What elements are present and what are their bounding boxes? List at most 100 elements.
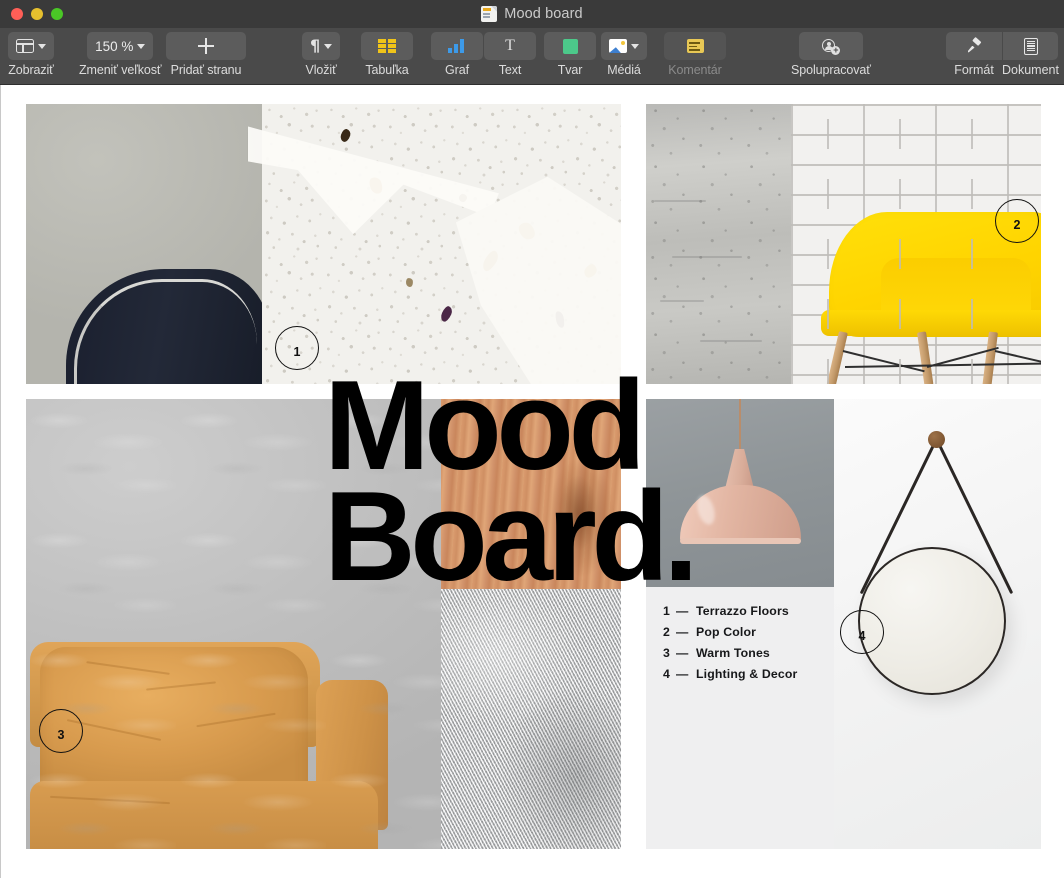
zoom-button[interactable]: 150 % <box>87 32 153 60</box>
toolbar-group-insert: ¶ Vložiť <box>302 32 340 77</box>
image-yellow-chair-group[interactable] <box>646 104 1041 384</box>
image-warm-wood-grain[interactable] <box>441 399 621 589</box>
add-page-label: Pridať stranu <box>171 63 242 77</box>
legend-dash: — <box>676 604 696 618</box>
chart-button[interactable] <box>431 32 483 60</box>
legend-number: 2 <box>663 625 676 639</box>
toolbar-group-chart: Graf <box>431 32 483 77</box>
pilcrow-icon: ¶ <box>310 38 320 54</box>
comment-label: Komentár <box>668 63 721 77</box>
legend-label: Pop Color <box>696 625 756 639</box>
view-button[interactable] <box>8 32 54 60</box>
legend-dash: — <box>676 646 696 660</box>
list-item: 4 — Lighting & Decor <box>663 667 823 681</box>
toolbar-group-table: Tabuľka <box>361 32 413 77</box>
chevron-down-icon <box>38 44 46 49</box>
leather-fold <box>86 661 169 675</box>
toolbar: Zobraziť 150 % Zmeniť veľkosť Pridať str… <box>0 28 1064 85</box>
shape-label: Tvar <box>558 63 583 77</box>
toolbar-group-collaborate: + Spolupracovať <box>791 32 871 77</box>
document-page[interactable]: 1 — Terrazzo Floors 2 — Pop Color 3 — <box>26 104 1041 849</box>
callout-number: 2 <box>1014 219 1021 232</box>
image-grey-wall-navy-chair-group[interactable] <box>26 104 621 384</box>
chevron-down-icon <box>324 44 332 49</box>
image-grey-wall-navy-chair[interactable] <box>26 104 262 384</box>
document-inspector-icon <box>1024 38 1038 55</box>
window-controls <box>0 8 63 20</box>
leather-fold <box>196 713 275 727</box>
callout-1[interactable]: 1 <box>275 326 319 370</box>
list-item: 2 — Pop Color <box>663 625 823 639</box>
chair-leg <box>826 331 848 384</box>
chair-leg <box>982 331 998 384</box>
text-button[interactable]: T <box>484 32 536 60</box>
chair-leg <box>917 331 933 384</box>
callout-4[interactable]: 4 <box>840 610 884 654</box>
sofa-seat <box>30 781 378 849</box>
document-label: Dokument <box>1002 63 1058 77</box>
legend-number: 4 <box>663 667 676 681</box>
table-icon <box>378 39 396 53</box>
toolbar-group-comment: Komentár <box>664 32 726 77</box>
callout-3[interactable]: 3 <box>39 709 83 753</box>
shape-square-icon <box>563 39 578 54</box>
minimize-button[interactable] <box>31 8 43 20</box>
shape-button[interactable] <box>544 32 596 60</box>
chair-wire <box>845 362 1041 368</box>
maximize-button[interactable] <box>51 8 63 20</box>
terrazzo-chip <box>405 277 413 287</box>
table-label: Tabuľka <box>365 63 408 77</box>
image-concrete-wall-texture[interactable] <box>646 104 791 384</box>
view-label: Zobraziť <box>8 63 54 77</box>
mirror-wall-hook <box>928 431 945 448</box>
legend-panel: 1 — Terrazzo Floors 2 — Pop Color 3 — <box>646 399 834 849</box>
callout-number: 4 <box>859 630 866 643</box>
image-grey-faux-fur[interactable] <box>441 589 621 849</box>
format-button[interactable] <box>946 32 1002 60</box>
image-white-brick-yellow-chair[interactable] <box>791 104 1041 384</box>
document-button[interactable] <box>1002 32 1058 60</box>
navy-chair-shape <box>66 269 271 384</box>
toolbar-group-inspectors: Formát Dokument <box>946 32 1058 77</box>
pages-document-icon <box>481 6 497 22</box>
image-blush-pendant-lamp[interactable] <box>646 399 834 587</box>
concrete-streak <box>654 200 706 202</box>
insert-button[interactable]: ¶ <box>302 32 340 60</box>
comment-button[interactable] <box>664 32 726 60</box>
comment-icon <box>687 39 704 53</box>
chart-label: Graf <box>445 63 469 77</box>
document-canvas[interactable]: 1 — Terrazzo Floors 2 — Pop Color 3 — <box>0 85 1064 878</box>
text-box-icon: T <box>505 38 515 54</box>
concrete-streak <box>660 300 704 302</box>
image-warm-tones-group[interactable] <box>26 399 621 849</box>
chair-wire <box>843 350 925 372</box>
media-button[interactable] <box>601 32 647 60</box>
media-label: Médiá <box>607 63 641 77</box>
legend-label: Warm Tones <box>696 646 770 660</box>
list-item: 1 — Terrazzo Floors <box>663 604 823 618</box>
toolbar-group-zoom: 150 % Zmeniť veľkosť <box>79 32 161 77</box>
toolbar-group-view: Zobraziť <box>8 32 54 77</box>
concrete-streak <box>672 256 742 258</box>
add-page-button[interactable] <box>166 32 246 60</box>
zoom-value: 150 % <box>95 39 133 54</box>
leather-fold <box>50 796 170 804</box>
close-button[interactable] <box>11 8 23 20</box>
callout-2[interactable]: 2 <box>995 199 1039 243</box>
image-grey-plaster-tan-leather-sofa[interactable] <box>26 399 441 849</box>
pages-window: Mood board Zobraziť 150 % Zmeniť veľkosť <box>0 0 1064 878</box>
collaborate-button[interactable]: + <box>799 32 863 60</box>
format-label: Formát <box>946 63 1002 77</box>
paintbrush-icon <box>966 38 983 55</box>
bar-chart-icon <box>448 39 466 53</box>
lamp-neck <box>725 449 754 489</box>
title-bar: Mood board <box>0 0 1064 28</box>
concrete-streak <box>700 340 762 342</box>
plus-icon <box>198 38 214 54</box>
page-title: Mood board <box>504 6 582 22</box>
legend-number: 1 <box>663 604 676 618</box>
legend-label: Terrazzo Floors <box>696 604 789 618</box>
table-button[interactable] <box>361 32 413 60</box>
media-image-icon <box>609 39 627 53</box>
legend-list: 1 — Terrazzo Floors 2 — Pop Color 3 — <box>663 604 823 688</box>
